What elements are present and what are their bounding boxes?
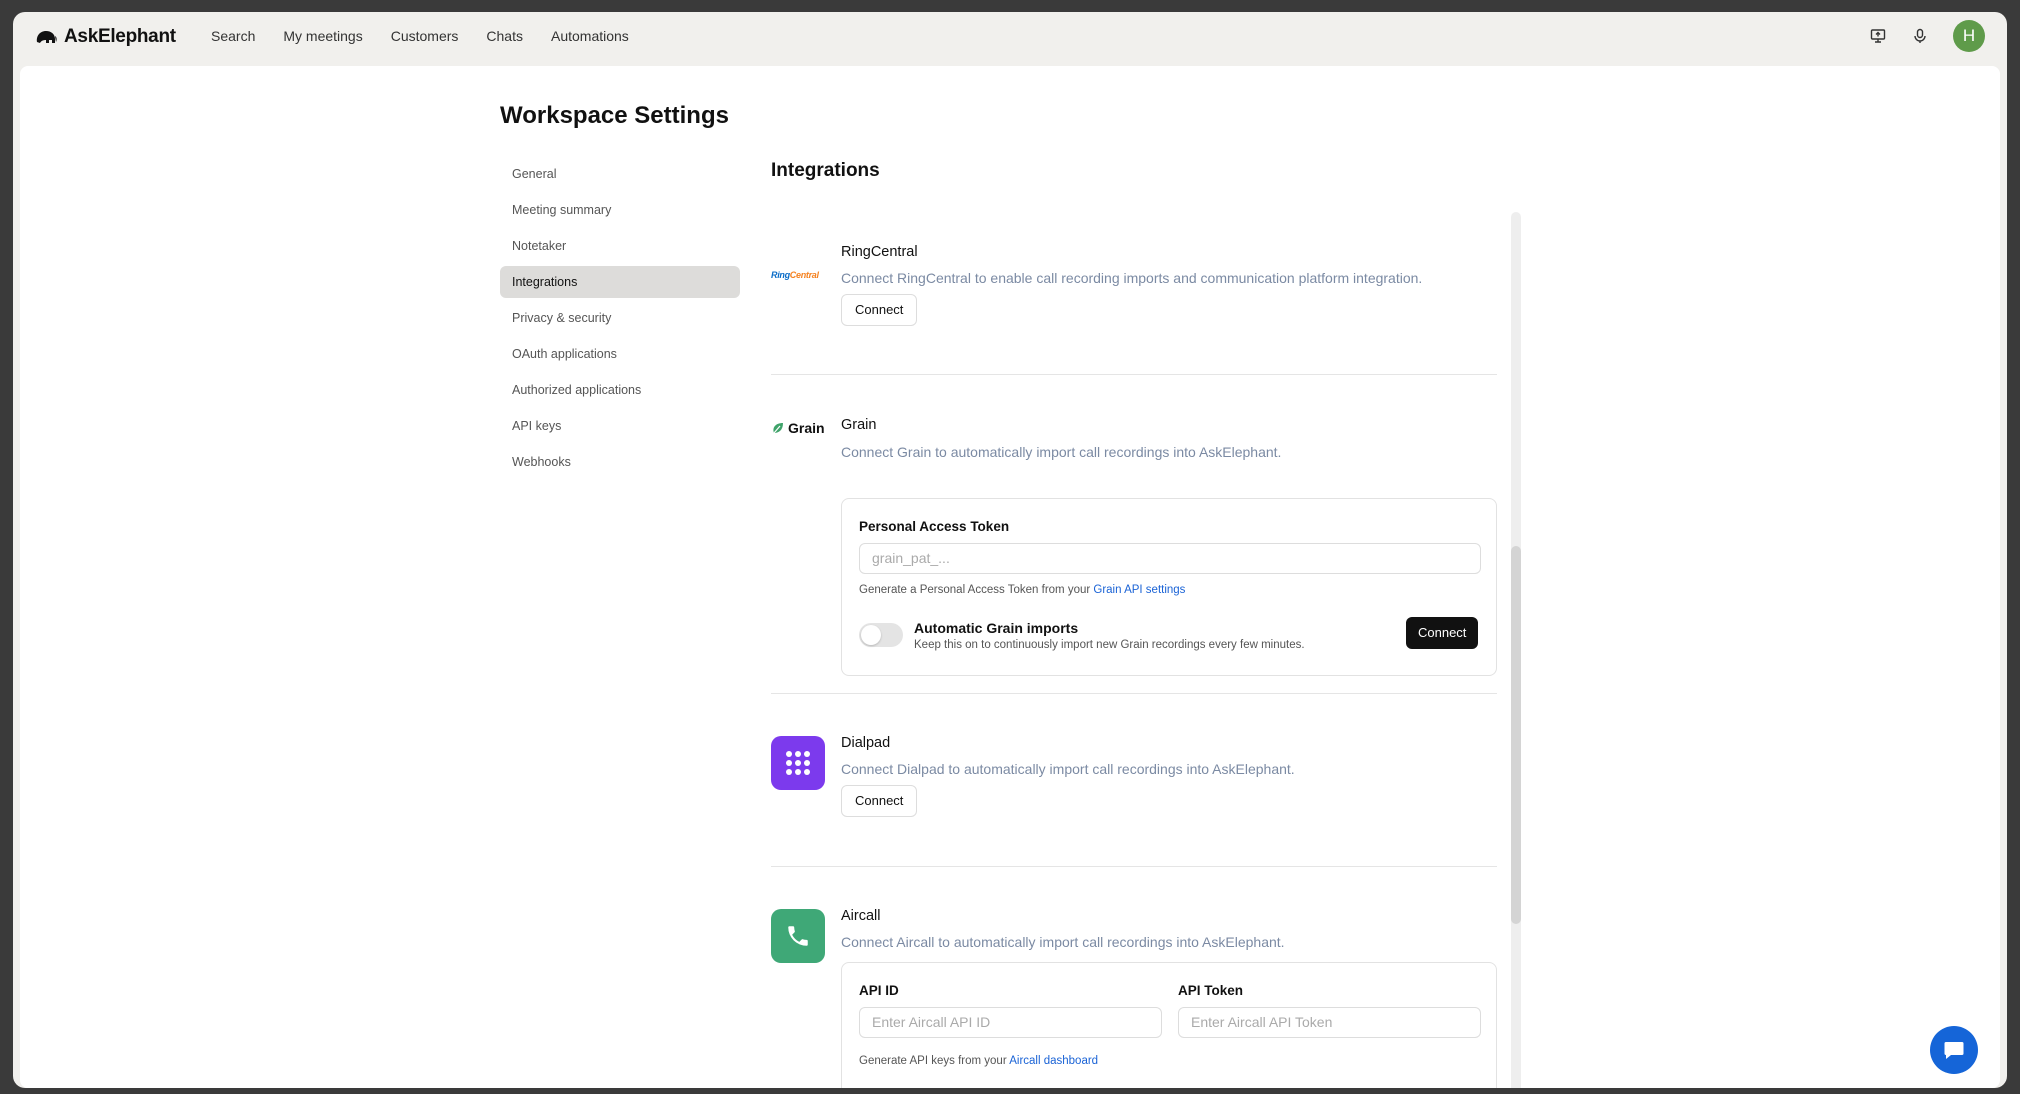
ringcentral-logo-text-accent: Central bbox=[789, 270, 819, 280]
dialpad-connect-button[interactable]: Connect bbox=[841, 785, 918, 817]
sidebar-item-integrations[interactable]: Integrations bbox=[500, 266, 740, 298]
grain-logo: Grain bbox=[771, 420, 825, 436]
microphone-icon[interactable] bbox=[1911, 27, 1929, 45]
token-label: Personal Access Token bbox=[859, 519, 1010, 534]
elephant-logo-icon bbox=[36, 31, 57, 43]
integration-grain: Grain Grain Connect Grain to automatical… bbox=[771, 374, 1497, 694]
integration-aircall: Aircall Connect Aircall to automatically… bbox=[771, 866, 1497, 1088]
sidebar-item-notetaker[interactable]: Notetaker bbox=[500, 230, 740, 262]
api-token-label: API Token bbox=[1178, 983, 1244, 998]
integration-description: Connect Grain to automatically import ca… bbox=[841, 444, 1282, 460]
integration-name: RingCentral bbox=[841, 244, 918, 260]
aircall-hint: Generate API keys from your Aircall dash… bbox=[859, 1055, 1098, 1067]
ringcentral-logo-text: Ring bbox=[771, 270, 790, 280]
aircall-config-card: API ID Enter Aircall API ID API Token En… bbox=[841, 962, 1497, 1088]
ringcentral-logo: RingCentral bbox=[771, 270, 819, 280]
sidebar-item-api-keys[interactable]: API keys bbox=[500, 410, 740, 442]
integration-description: Connect Aircall to automatically import … bbox=[841, 934, 1285, 950]
sidebar-item-oauth-applications[interactable]: OAuth applications bbox=[500, 338, 740, 370]
toggle-description: Keep this on to continuously import new … bbox=[914, 639, 1305, 651]
grain-connect-button[interactable]: Connect bbox=[1406, 617, 1479, 649]
app-name: AskElephant bbox=[64, 26, 176, 47]
settings-panel: Workspace Settings General Meeting summa… bbox=[20, 66, 2000, 1088]
top-navigation: AskElephant Search My meetings Customers… bbox=[13, 12, 2007, 62]
toggle-title: Automatic Grain imports bbox=[914, 620, 1079, 636]
aircall-api-token-input[interactable]: Enter Aircall API Token bbox=[1178, 1007, 1481, 1038]
integration-description: Connect RingCentral to enable call recor… bbox=[841, 270, 1423, 286]
nav-chats[interactable]: Chats bbox=[486, 28, 523, 44]
grain-leaf-icon bbox=[773, 423, 783, 434]
sidebar-item-authorized-applications[interactable]: Authorized applications bbox=[500, 374, 740, 406]
dialpad-icon bbox=[771, 736, 825, 790]
hint-text: Generate a Personal Access Token from yo… bbox=[859, 584, 1091, 596]
auto-import-toggle[interactable] bbox=[859, 623, 903, 647]
top-actions: H bbox=[1869, 20, 1985, 52]
toggle-knob bbox=[861, 625, 881, 645]
sidebar-item-webhooks[interactable]: Webhooks bbox=[500, 446, 740, 478]
grain-config-card: Personal Access Token grain_pat_... Gene… bbox=[841, 498, 1497, 676]
integration-name: Dialpad bbox=[841, 735, 891, 751]
user-avatar[interactable]: H bbox=[1953, 20, 1985, 52]
grain-logo-text: Grain bbox=[788, 420, 825, 436]
ringcentral-connect-button[interactable]: Connect bbox=[841, 294, 918, 326]
content-scrollbar-thumb[interactable] bbox=[1511, 546, 1521, 924]
integration-description: Connect Dialpad to automatically import … bbox=[841, 761, 1295, 777]
chat-launcher-button[interactable] bbox=[1930, 1026, 1978, 1074]
main-nav: Search My meetings Customers Chats Autom… bbox=[211, 28, 629, 44]
integrations-list: RingCentral RingCentral Connect RingCent… bbox=[771, 212, 1499, 1088]
sidebar-item-meeting-summary[interactable]: Meeting summary bbox=[500, 194, 740, 226]
settings-sidebar: General Meeting summary Notetaker Integr… bbox=[500, 158, 740, 482]
section-title: Integrations bbox=[771, 160, 880, 181]
integration-name: Aircall bbox=[841, 908, 881, 924]
hint-text: Generate API keys from your bbox=[859, 1055, 1007, 1067]
app-window: AskElephant Search My meetings Customers… bbox=[13, 12, 2007, 1088]
integration-dialpad: Dialpad Connect Dialpad to automatically… bbox=[771, 693, 1497, 868]
api-id-label: API ID bbox=[859, 983, 899, 998]
page-title: Workspace Settings bbox=[500, 102, 729, 129]
phone-icon bbox=[788, 926, 808, 946]
sidebar-item-general[interactable]: General bbox=[500, 158, 740, 190]
grain-token-hint: Generate a Personal Access Token from yo… bbox=[859, 584, 1185, 596]
app-logo[interactable]: AskElephant bbox=[34, 26, 176, 48]
grain-token-input[interactable]: grain_pat_... bbox=[859, 543, 1481, 574]
aircall-dashboard-link[interactable]: Aircall dashboard bbox=[1009, 1055, 1098, 1067]
integration-name: Grain bbox=[841, 417, 877, 433]
keypad-icon bbox=[786, 751, 810, 775]
nav-customers[interactable]: Customers bbox=[391, 28, 459, 44]
aircall-icon bbox=[771, 909, 825, 963]
chat-bubble-icon bbox=[1944, 1042, 1964, 1059]
integration-ringcentral: RingCentral RingCentral Connect RingCent… bbox=[771, 212, 1497, 382]
grain-api-settings-link[interactable]: Grain API settings bbox=[1093, 584, 1185, 596]
aircall-api-id-input[interactable]: Enter Aircall API ID bbox=[859, 1007, 1162, 1038]
nav-automations[interactable]: Automations bbox=[551, 28, 629, 44]
nav-my-meetings[interactable]: My meetings bbox=[283, 28, 362, 44]
nav-search[interactable]: Search bbox=[211, 28, 255, 44]
sidebar-item-privacy-security[interactable]: Privacy & security bbox=[500, 302, 740, 334]
screen-share-icon[interactable] bbox=[1869, 27, 1887, 45]
